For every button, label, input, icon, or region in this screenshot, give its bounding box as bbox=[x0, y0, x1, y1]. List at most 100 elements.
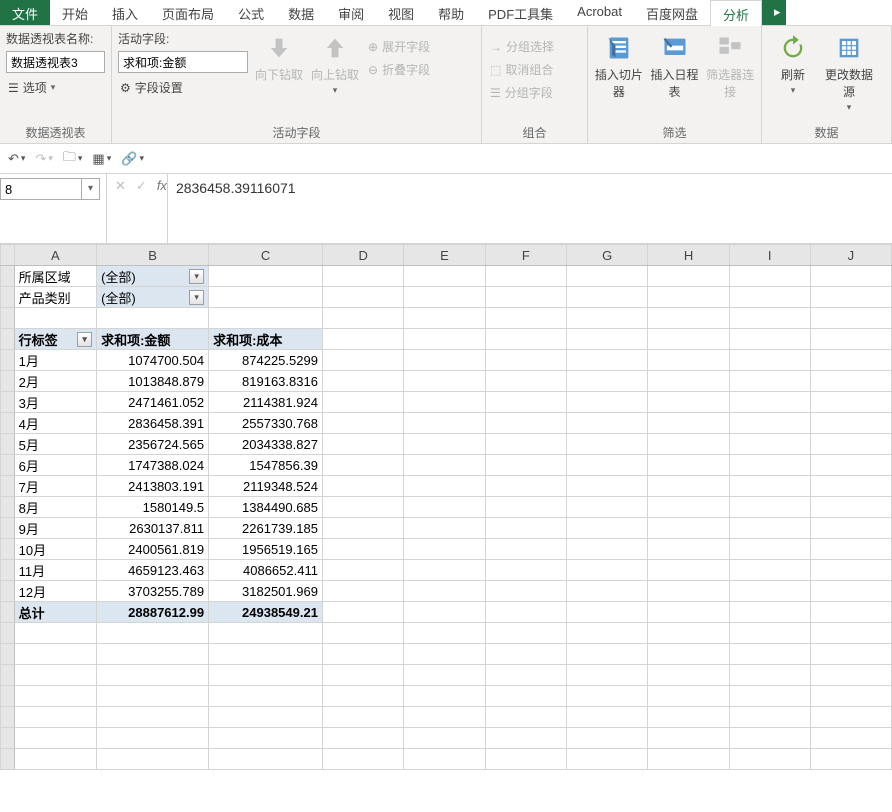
tab-home[interactable]: 开始 bbox=[50, 0, 100, 25]
table-row[interactable]: 所属区域 (全部)▾ bbox=[1, 266, 892, 287]
tab-more[interactable]: ▸ bbox=[762, 0, 786, 25]
spreadsheet-grid[interactable]: A B C D E F G H I J 所属区域 (全部)▾ 产品类别 (全部)… bbox=[0, 244, 892, 770]
ribbon-tabs: 文件 开始 插入 页面布局 公式 数据 审阅 视图 帮助 PDF工具集 Acro… bbox=[0, 0, 892, 26]
table-row[interactable]: 12月3703255.7893182501.969 bbox=[1, 581, 892, 602]
table-row[interactable]: 3月2471461.0522114381.924 bbox=[1, 392, 892, 413]
group-field-button: ☰ 分组字段 bbox=[488, 82, 581, 103]
insert-slicer-button[interactable]: 插入切片器 bbox=[594, 30, 644, 100]
table-row[interactable]: 5月2356724.5652034338.827 bbox=[1, 434, 892, 455]
col-D[interactable]: D bbox=[322, 245, 403, 266]
col-A[interactable]: A bbox=[14, 245, 96, 266]
collapse-field-button: ⊖ 折叠字段 bbox=[366, 59, 432, 80]
qat-open[interactable]: 🗀 ▾ bbox=[63, 148, 83, 170]
expand-icon: ⊕ bbox=[368, 40, 378, 54]
pivot-header-row[interactable]: 行标签▾ 求和项:金额 求和项:成本 bbox=[1, 329, 892, 350]
slicer-icon bbox=[603, 32, 635, 64]
table-row[interactable] bbox=[1, 686, 892, 707]
table-row[interactable]: 11月4659123.4634086652.411 bbox=[1, 560, 892, 581]
active-field-group-label: 活动字段 bbox=[118, 122, 475, 141]
col-E[interactable]: E bbox=[404, 245, 485, 266]
field-settings-button[interactable]: ⚙ 字段设置 bbox=[118, 77, 248, 98]
table-row[interactable]: 10月2400561.8191956519.165 bbox=[1, 539, 892, 560]
table-row[interactable]: 1月1074700.504874225.5299 bbox=[1, 350, 892, 371]
filter-group-label: 筛选 bbox=[594, 122, 755, 141]
active-field-label: 活动字段: bbox=[118, 30, 248, 47]
group-group: → 分组选择 ⬚ 取消组合 ☰ 分组字段 组合 bbox=[482, 26, 588, 143]
table-row[interactable] bbox=[1, 644, 892, 665]
table-row[interactable]: 2月1013848.879819163.8316 bbox=[1, 371, 892, 392]
col-J[interactable]: J bbox=[810, 245, 891, 266]
tab-layout[interactable]: 页面布局 bbox=[150, 0, 226, 25]
tab-review[interactable]: 审阅 bbox=[326, 0, 376, 25]
group-pivottable: 数据透视表名称: ☰ 选项 ▾ 数据透视表 bbox=[0, 26, 112, 143]
enter-icon: ✓ bbox=[136, 178, 147, 194]
pivot-total-row[interactable]: 总计 28887612.99 24938549.21 bbox=[1, 602, 892, 623]
table-row[interactable]: 7月2413803.1912119348.524 bbox=[1, 476, 892, 497]
tab-view[interactable]: 视图 bbox=[376, 0, 426, 25]
tab-pdf[interactable]: PDF工具集 bbox=[476, 0, 565, 25]
insert-timeline-button[interactable]: 插入日程表 bbox=[650, 30, 700, 100]
col-B[interactable]: B bbox=[97, 245, 209, 266]
col-C[interactable]: C bbox=[209, 245, 323, 266]
tab-insert[interactable]: 插入 bbox=[100, 0, 150, 25]
field-settings-icon: ⚙ bbox=[120, 81, 131, 95]
pivot-options-button[interactable]: ☰ 选项 ▾ bbox=[6, 77, 105, 98]
expand-field-button: ⊕ 展开字段 bbox=[366, 36, 432, 57]
drill-down-button: 向下钻取 bbox=[254, 30, 304, 83]
refresh-button[interactable]: 刷新 ▾ bbox=[768, 30, 818, 96]
tab-formulas[interactable]: 公式 bbox=[226, 0, 276, 25]
fx-icon[interactable]: fx bbox=[157, 178, 167, 193]
group-data: 刷新 ▾ 更改数据源 ▾ 数据 bbox=[762, 26, 892, 143]
qat-link[interactable]: 🔗 ▾ bbox=[121, 151, 144, 167]
formula-input[interactable]: 2836458.39116071 bbox=[167, 174, 892, 243]
tab-help[interactable]: 帮助 bbox=[426, 0, 476, 25]
pivot-name-value[interactable] bbox=[7, 52, 104, 72]
data-group-label: 数据 bbox=[768, 122, 885, 141]
column-headers[interactable]: A B C D E F G H I J bbox=[1, 245, 892, 266]
filter-dropdown-icon[interactable]: ▾ bbox=[189, 290, 204, 305]
name-box-input[interactable] bbox=[1, 182, 81, 197]
qat-grid[interactable]: ▦ ▾ bbox=[92, 151, 111, 167]
undo-button[interactable]: ↶ ▾ bbox=[8, 151, 25, 167]
active-field-input[interactable] bbox=[118, 51, 248, 73]
group-select-button: → 分组选择 bbox=[488, 36, 581, 57]
table-row[interactable]: 8月1580149.51384490.685 bbox=[1, 497, 892, 518]
name-box[interactable]: ▾ bbox=[0, 178, 100, 200]
namebox-caret-icon[interactable]: ▾ bbox=[81, 179, 99, 199]
group-filter: 插入切片器 插入日程表 筛选器连接 筛选 bbox=[588, 26, 762, 143]
tab-acrobat[interactable]: Acrobat bbox=[565, 0, 634, 25]
pivot-name-input[interactable] bbox=[6, 51, 105, 73]
table-row[interactable]: 4月2836458.3912557330.768 bbox=[1, 413, 892, 434]
group-group-label: 组合 bbox=[488, 122, 581, 141]
redo-button: ↷ ▾ bbox=[35, 151, 52, 167]
table-row[interactable]: 9月2630137.8112261739.185 bbox=[1, 518, 892, 539]
pivot-name-label: 数据透视表名称: bbox=[6, 30, 105, 47]
col-G[interactable]: G bbox=[566, 245, 647, 266]
ribbon: 数据透视表名称: ☰ 选项 ▾ 数据透视表 活动字段: ⚙ 字段设置 bbox=[0, 26, 892, 144]
table-row[interactable] bbox=[1, 308, 892, 329]
table-row[interactable]: 6月1747388.0241547856.39 bbox=[1, 455, 892, 476]
rowlabel-dropdown-icon[interactable]: ▾ bbox=[77, 332, 92, 347]
table-row[interactable] bbox=[1, 749, 892, 770]
tab-file[interactable]: 文件 bbox=[0, 0, 50, 25]
table-row[interactable] bbox=[1, 707, 892, 728]
filter-dropdown-icon[interactable]: ▾ bbox=[189, 269, 204, 284]
tab-analyze[interactable]: 分析 bbox=[710, 0, 762, 26]
drill-up-button: 向上钻取 ▾ bbox=[310, 30, 360, 96]
table-row[interactable]: 产品类别 (全部)▾ bbox=[1, 287, 892, 308]
active-field-value[interactable] bbox=[119, 52, 247, 72]
table-row[interactable] bbox=[1, 665, 892, 686]
col-H[interactable]: H bbox=[648, 245, 729, 266]
collapse-icon: ⊖ bbox=[368, 63, 378, 77]
col-I[interactable]: I bbox=[729, 245, 810, 266]
filter-connections-button: 筛选器连接 bbox=[705, 30, 755, 100]
table-row[interactable] bbox=[1, 623, 892, 644]
table-row[interactable] bbox=[1, 728, 892, 749]
select-all-corner[interactable] bbox=[1, 245, 15, 266]
col-F[interactable]: F bbox=[485, 245, 566, 266]
group-active-field: 活动字段: ⚙ 字段设置 向下钻取 向上钻取 bbox=[112, 26, 482, 143]
tab-baidu[interactable]: 百度网盘 bbox=[634, 0, 710, 25]
tab-data[interactable]: 数据 bbox=[276, 0, 326, 25]
timeline-icon bbox=[659, 32, 691, 64]
change-source-button[interactable]: 更改数据源 ▾ bbox=[824, 30, 874, 113]
